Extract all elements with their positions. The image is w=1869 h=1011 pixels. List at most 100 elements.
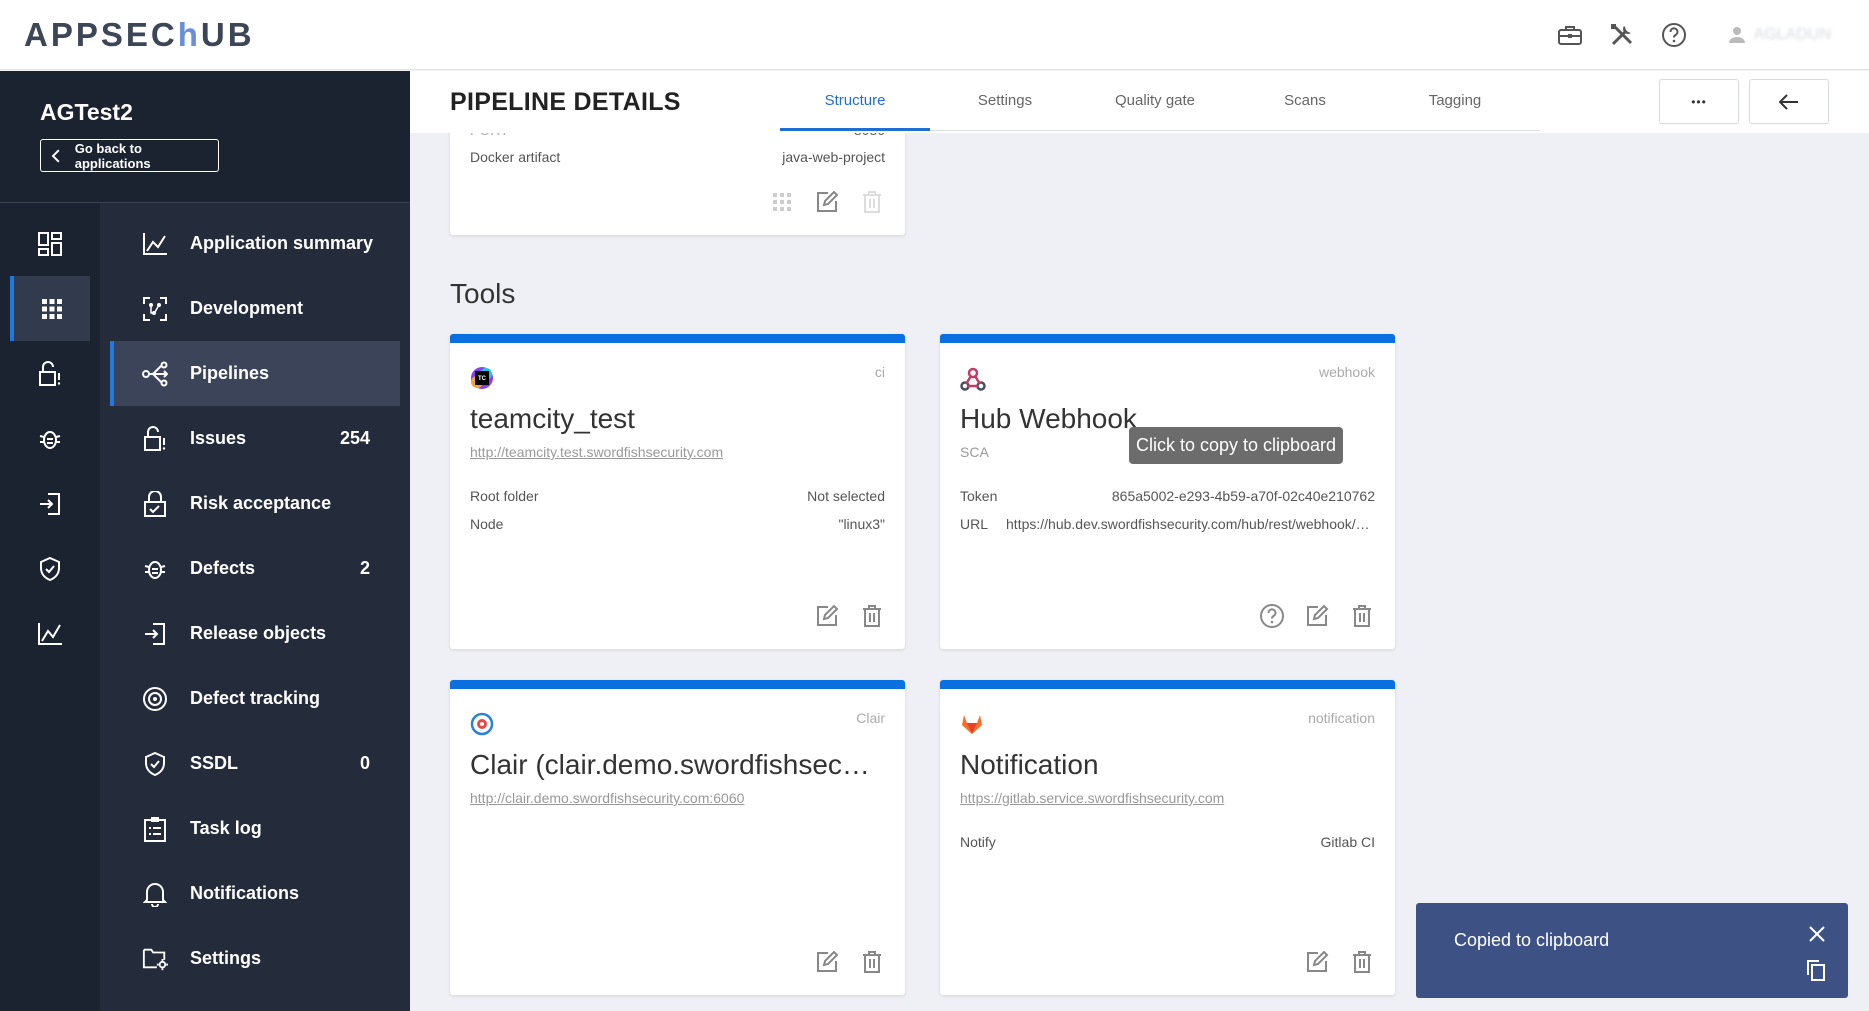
menu-release-objects[interactable]: Release objects [110, 601, 400, 666]
more-actions-button[interactable]: ••• [1659, 79, 1739, 124]
help-icon[interactable] [1654, 15, 1694, 55]
tool-type: ci [874, 364, 885, 380]
menu-ssdl[interactable]: SSDL 0 [110, 731, 400, 796]
arrow-left-icon [1779, 93, 1798, 110]
tools-icon[interactable] [1602, 15, 1642, 55]
tool-subtype: SCA [960, 444, 989, 460]
copy-icon[interactable] [1806, 959, 1826, 986]
edit-icon[interactable] [814, 189, 840, 215]
bell-icon [143, 882, 167, 907]
rail-defects[interactable] [10, 406, 90, 471]
tool-card-notification: notification Notification https://gitlab… [940, 680, 1395, 995]
menu-application-summary[interactable]: Application summary [110, 211, 400, 276]
delete-icon[interactable] [859, 603, 885, 629]
edit-icon[interactable] [1304, 949, 1330, 975]
rail-statistics[interactable] [10, 601, 90, 666]
clipboard-list-icon [144, 816, 166, 842]
apps-grid-icon [42, 298, 62, 319]
tool-type: notification [1308, 710, 1375, 726]
appsechub-logo[interactable]: APPSEChUB [24, 16, 255, 54]
docker-artifact-label: Docker artifact [470, 149, 561, 165]
drag-handle-icon[interactable] [769, 189, 795, 215]
back-to-applications-button[interactable]: Go back to applications [40, 139, 219, 172]
rail-applications[interactable] [10, 276, 90, 341]
issues-count: 254 [339, 428, 370, 448]
tab-quality-gate[interactable]: Quality gate [1080, 71, 1230, 131]
edit-icon[interactable] [1304, 603, 1330, 629]
node-label: Node [470, 516, 504, 532]
rail-issues[interactable] [10, 341, 90, 406]
delete-icon[interactable] [1349, 603, 1375, 629]
source-branch-icon [143, 296, 167, 321]
tab-tagging[interactable]: Tagging [1380, 71, 1530, 131]
menu-development[interactable]: Development [110, 276, 400, 341]
edit-icon[interactable] [814, 949, 840, 975]
rail-dashboard[interactable] [10, 211, 90, 276]
rail-release[interactable] [10, 471, 90, 536]
menu-risk-acceptance[interactable]: Risk acceptance [110, 471, 400, 536]
user-icon [1728, 27, 1745, 43]
url-value[interactable]: https://hub.dev.swordfishsecurity.com/hu… [1006, 516, 1375, 532]
help-icon[interactable] [1259, 603, 1285, 629]
tab-settings[interactable]: Settings [930, 71, 1080, 131]
delete-icon[interactable] [859, 189, 885, 215]
tool-card-hub-webhook: webhook Hub Webhook SCA Token 865a5002-e2… [940, 334, 1395, 649]
user-name: AGLADUN [1753, 26, 1831, 43]
url-label: URL [960, 516, 989, 532]
export-icon [145, 622, 165, 645]
folder-settings-icon [142, 948, 168, 970]
teamcity-icon: TC [470, 366, 494, 390]
tool-url-link[interactable]: https://gitlab.service.swordfishsecurity… [960, 790, 1224, 806]
lock-check-icon [144, 490, 166, 517]
delete-icon[interactable] [1349, 949, 1375, 975]
defects-count: 2 [359, 558, 370, 578]
top-bar: APPSEChUB AGLADUN [0, 0, 1869, 70]
tool-url-link[interactable]: http://teamcity.test.swordfishsecurity.c… [470, 444, 723, 460]
chevron-left-icon [51, 148, 60, 163]
tool-name: Clair (clair.demo.swordfishsecurity.com) [470, 749, 880, 780]
bug-icon [144, 560, 166, 579]
tab-scans[interactable]: Scans [1230, 71, 1380, 131]
tool-name: teamcity_test [470, 403, 635, 434]
tab-bar: Structure Settings Quality gate Scans Ta… [780, 71, 1540, 131]
page-header: PIPELINE DETAILS Structure Settings Qual… [410, 71, 1869, 133]
chart-line-icon [143, 232, 167, 255]
user-menu[interactable]: AGLADUN [1728, 26, 1831, 44]
menu-pipelines[interactable]: Pipelines [110, 341, 400, 406]
menu-task-log[interactable]: Task log [110, 796, 400, 861]
notify-value: Gitlab CI [1320, 834, 1375, 850]
menu-defects[interactable]: Defects 2 [110, 536, 400, 601]
toast-notification: Copied to clipboard [1416, 903, 1848, 998]
root-folder-value: Not selected [807, 488, 885, 504]
dashboard-icon [38, 231, 62, 256]
root-folder-label: Root folder [470, 488, 539, 504]
menu-notifications[interactable]: Notifications [110, 861, 400, 926]
application-menu: Application summary Development Pipeline… [100, 203, 410, 1011]
toolbox-icon[interactable] [1550, 15, 1590, 55]
copy-tooltip: Click to copy to clipboard [1129, 427, 1343, 464]
back-button[interactable] [1749, 79, 1829, 124]
delete-icon[interactable] [859, 949, 885, 975]
rail-ssdl[interactable] [10, 536, 90, 601]
gitlab-icon [960, 712, 984, 736]
edit-icon[interactable] [814, 603, 840, 629]
menu-issues[interactable]: Issues 254 [110, 406, 400, 471]
menu-defect-tracking[interactable]: Defect tracking [110, 666, 400, 731]
tool-url-link[interactable]: http://clair.demo.swordfishsecurity.com:… [470, 790, 744, 806]
tool-type: Clair [856, 710, 885, 726]
target-icon [143, 686, 167, 711]
tool-card-clair: Clair Clair (clair.demo.swordfishsecurit… [450, 680, 905, 995]
token-value[interactable]: 865a5002-e293-4b59-a70f-02c40e210762 [1112, 488, 1375, 504]
lock-open-icon [144, 425, 166, 451]
webhook-icon [960, 366, 986, 391]
pipeline-icon [142, 361, 168, 386]
more-icon: ••• [1691, 94, 1707, 109]
node-value: "linux3" [838, 516, 885, 532]
lock-alert-icon [39, 360, 61, 386]
menu-settings[interactable]: Settings [110, 926, 400, 991]
tab-structure[interactable]: Structure [780, 71, 930, 131]
svg-text:TC: TC [478, 376, 487, 382]
close-icon[interactable] [1808, 925, 1826, 948]
token-label: Token [960, 488, 998, 504]
tool-card-teamcity: TC ci teamcity_test http://teamcity.test… [450, 334, 905, 649]
